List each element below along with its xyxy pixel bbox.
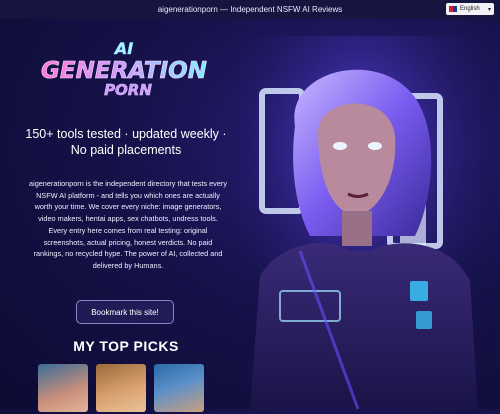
headline: 150+ tools tested · updated weekly · No … [25, 127, 227, 157]
logo-text-porn: PORN [104, 81, 152, 98]
site-logo[interactable]: AI GENERATION PORN [38, 39, 210, 100]
top-picks-title: MY TOP PICKS [73, 338, 179, 354]
top-pick-thumbnail[interactable] [96, 364, 146, 412]
language-selector[interactable]: English ▾ [446, 3, 494, 15]
site-description: aigenerationporn is the independent dire… [29, 179, 227, 270]
bookmark-button[interactable]: Bookmark this site! [76, 300, 174, 324]
logo-text-ai: AI [113, 40, 133, 58]
hero-image [240, 36, 480, 410]
language-label: English [460, 6, 480, 12]
top-bar: aigenerationporn — Independent NSFW AI R… [0, 0, 500, 19]
site-title: aigenerationporn — Independent NSFW AI R… [157, 5, 343, 14]
uk-flag-icon [449, 6, 457, 12]
top-pick-thumbnail[interactable] [154, 364, 204, 412]
chevron-down-icon: ▾ [487, 6, 491, 13]
top-pick-thumbnail[interactable] [38, 364, 88, 412]
